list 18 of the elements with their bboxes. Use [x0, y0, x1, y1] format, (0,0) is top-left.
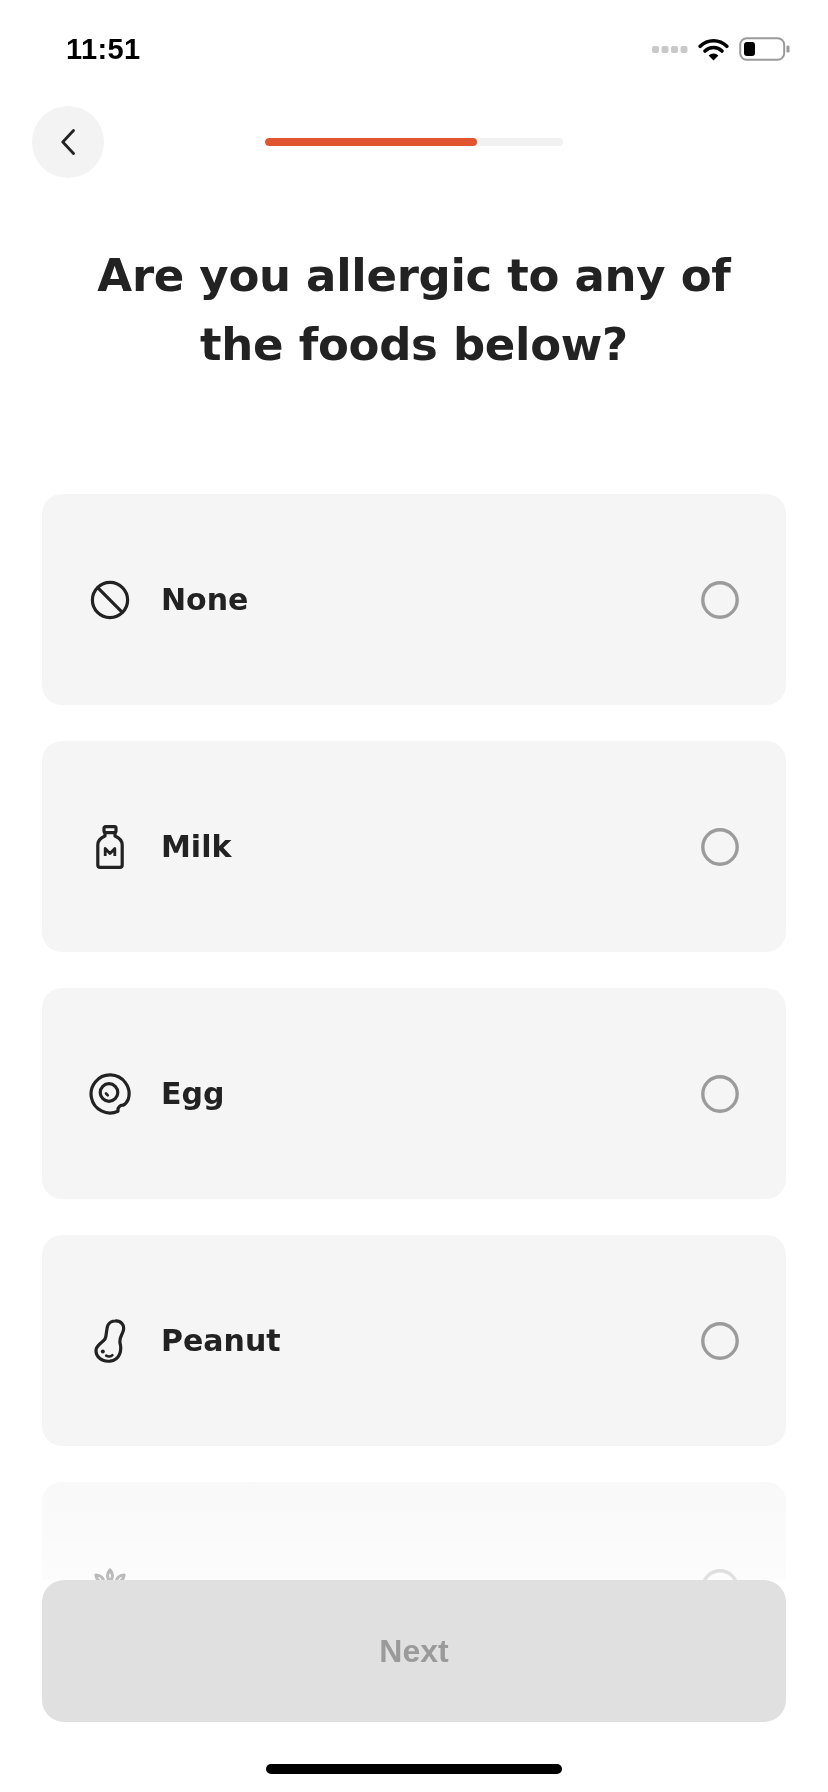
option-card[interactable]: Egg	[42, 988, 786, 1199]
milk-bottle-icon	[96, 824, 124, 869]
chevron-left-icon	[61, 129, 75, 155]
radio-button[interactable]	[701, 580, 739, 619]
radio-button[interactable]	[701, 1074, 739, 1113]
ban-icon	[90, 579, 130, 620]
battery-icon	[739, 37, 790, 61]
option-card[interactable]: Peanut	[42, 1235, 786, 1446]
option-card[interactable]: Milk	[42, 741, 786, 952]
peanut-icon	[93, 1318, 127, 1363]
radio-button[interactable]	[701, 827, 739, 866]
option-card[interactable]: None	[42, 494, 786, 705]
question-title: Are you allergic to any of the foods below?	[96, 248, 733, 373]
wifi-icon	[698, 37, 729, 61]
signal-icon	[652, 45, 688, 53]
status-time: 11:51	[66, 32, 141, 66]
radio-button[interactable]	[701, 1321, 739, 1360]
fried-egg-icon	[89, 1072, 131, 1115]
